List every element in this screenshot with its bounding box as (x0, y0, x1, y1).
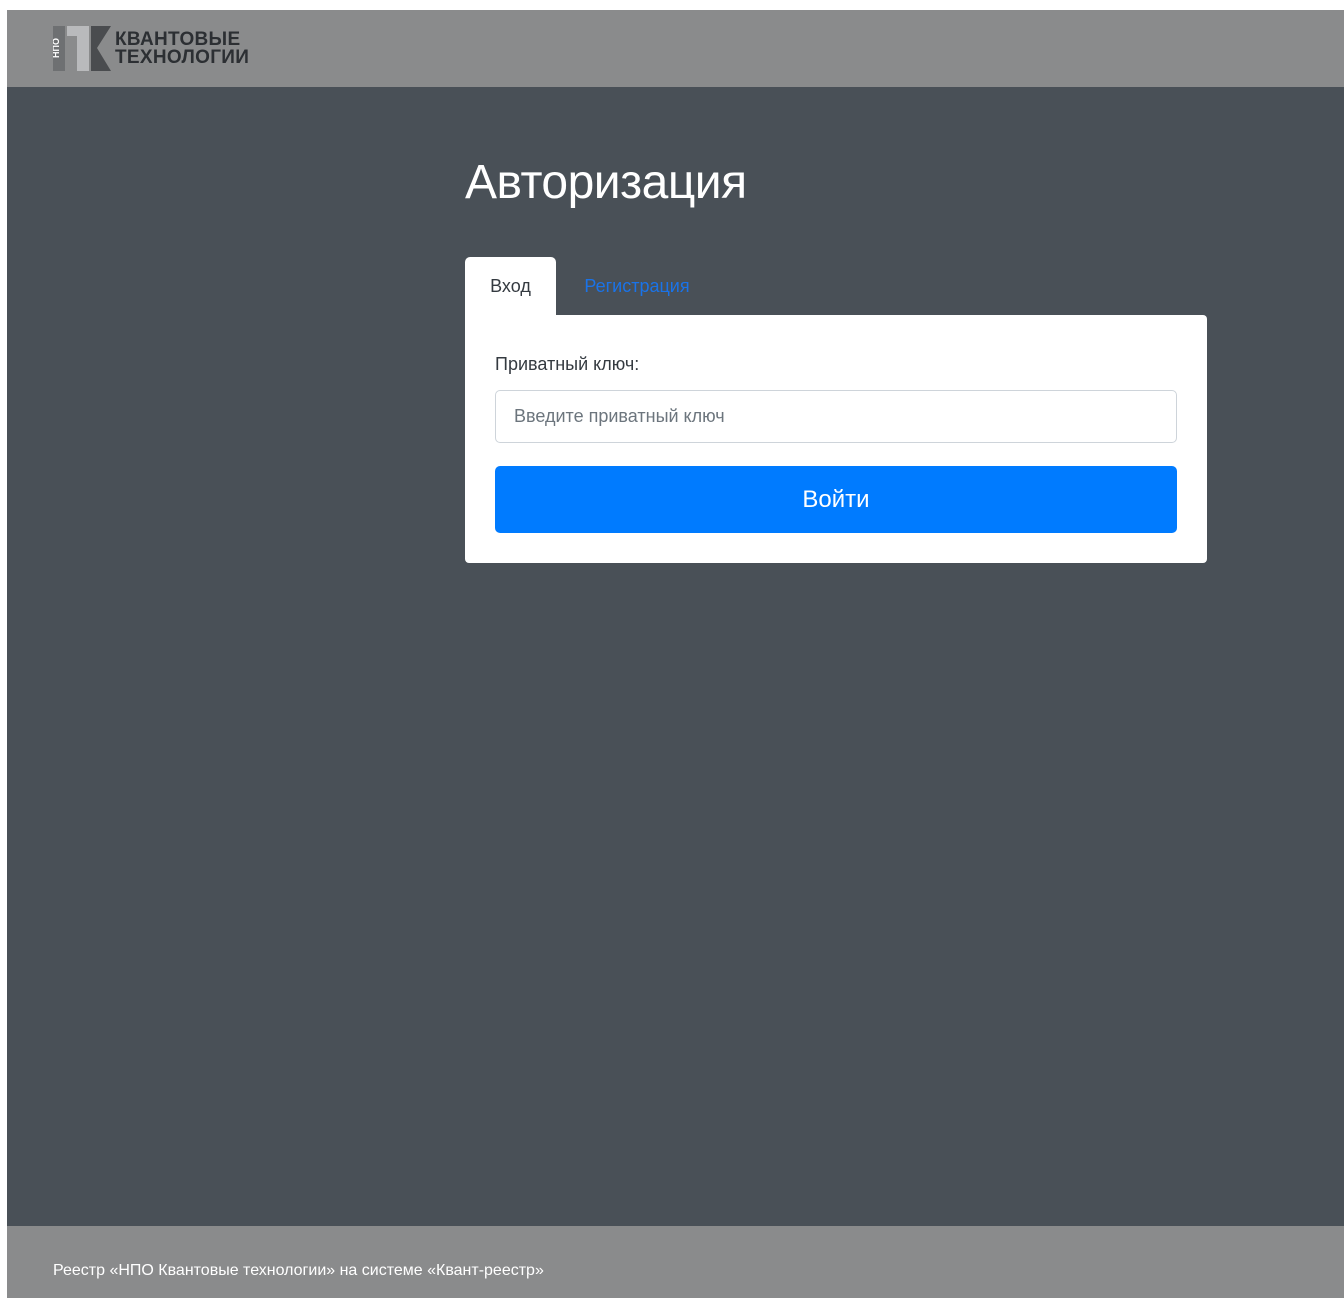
tab-registration[interactable]: Регистрация (567, 257, 707, 316)
app-frame: НПО КВАНТОВЫЕ ТЕХНОЛОГИИ Авторизация Вхо… (7, 10, 1344, 1298)
logo-text: КВАНТОВЫЕ ТЕХНОЛОГИИ (115, 30, 250, 68)
page-title: Авторизация (465, 156, 747, 209)
logo-text-line2: ТЕХНОЛОГИИ (115, 47, 250, 68)
footer: Реестр «НПО Квантовые технологии» на сис… (7, 1226, 1344, 1298)
footer-text: Реестр «НПО Квантовые технологии» на сис… (53, 1262, 544, 1279)
top-header: НПО КВАНТОВЫЕ ТЕХНОЛОГИИ (7, 10, 1344, 87)
tab-login[interactable]: Вход (465, 257, 556, 316)
login-form-card: Приватный ключ: Войти (465, 315, 1207, 563)
svg-text:НПО: НПО (53, 38, 61, 58)
login-button[interactable]: Войти (495, 466, 1177, 533)
logo-mark-icon: НПО (53, 26, 111, 71)
company-logo[interactable]: НПО КВАНТОВЫЕ ТЕХНОЛОГИИ (53, 26, 253, 71)
private-key-input[interactable] (495, 390, 1177, 443)
private-key-label: Приватный ключ: (495, 354, 640, 374)
